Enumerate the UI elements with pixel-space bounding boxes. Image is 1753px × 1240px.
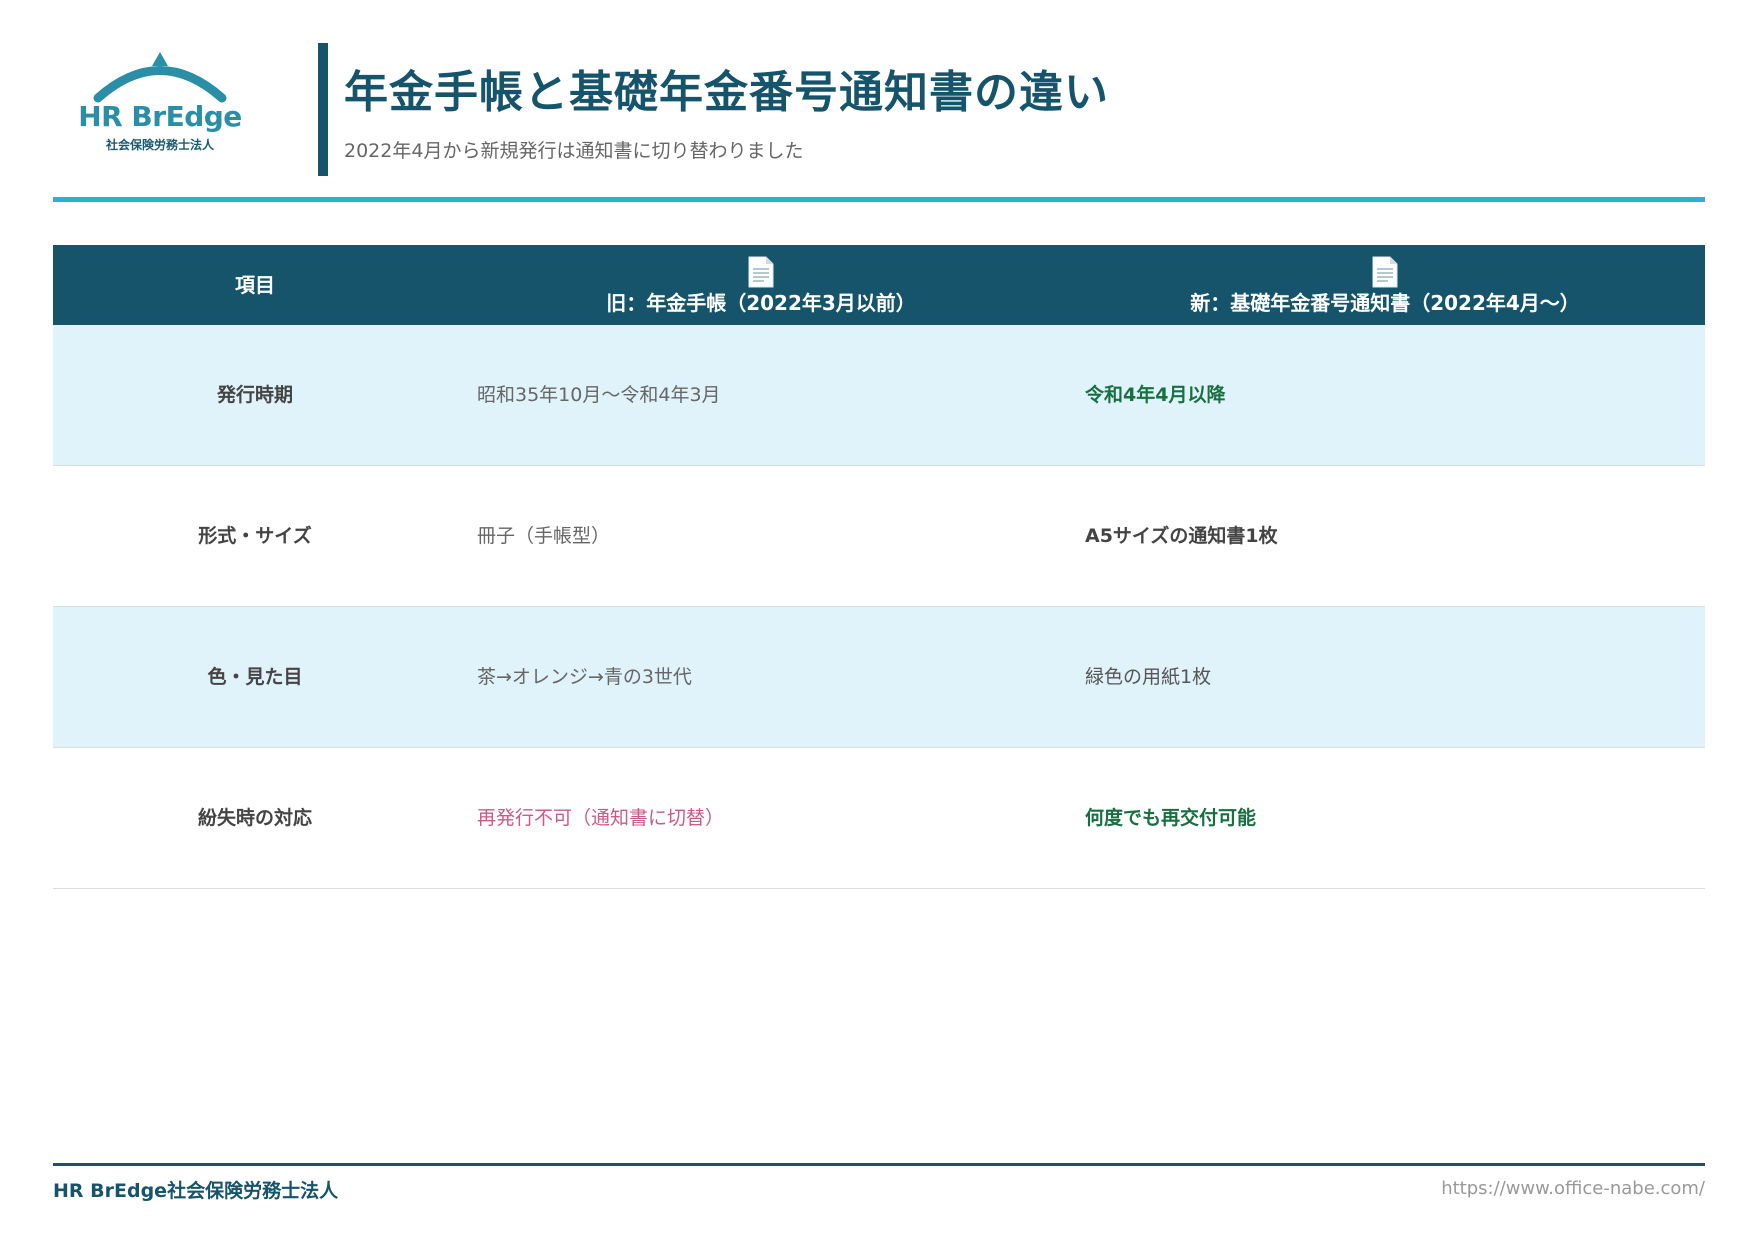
row-item-label: 紛失時の対応: [197, 807, 312, 829]
table-row: 形式・サイズ 冊子（手帳型） A5サイズの通知書1枚: [53, 466, 1705, 607]
footer-divider: [53, 1163, 1705, 1166]
footer-url-link[interactable]: https://www.office-nabe.com/: [1441, 1178, 1705, 1199]
table-header: 項目 旧：年金手帳（2022年3月以前） 新：基礎年金番号通知書（2022年4月…: [53, 245, 1705, 325]
row-old-value: 昭和35年10月～令和4年3月: [477, 384, 721, 406]
title-accent-bar: [318, 43, 328, 176]
header-old-label: 旧：年金手帳（2022年3月以前）: [606, 291, 916, 315]
header-old: 旧：年金手帳（2022年3月以前）: [457, 245, 1065, 325]
row-old-value: 冊子（手帳型）: [477, 525, 611, 547]
header-item: 項目: [53, 245, 457, 325]
document-icon: [1372, 256, 1398, 288]
row-item-label: 発行時期: [216, 384, 293, 406]
row-new-value: A5サイズの通知書1枚: [1085, 525, 1278, 547]
row-item-label: 形式・サイズ: [198, 525, 312, 547]
table-row: 発行時期 昭和35年10月～令和4年3月 令和4年4月以降: [53, 325, 1705, 466]
header-divider: [53, 197, 1705, 202]
row-old-value: 再発行不可（通知書に切替）: [477, 807, 725, 829]
row-new-value: 何度でも再交付可能: [1085, 807, 1257, 829]
logo-arc-icon: [93, 52, 227, 103]
page-subtitle: 2022年4月から新規発行は通知書に切り替わりました: [344, 140, 804, 162]
row-item-label: 色・見た目: [207, 666, 303, 688]
header-new: 新：基礎年金番号通知書（2022年4月～）: [1065, 245, 1705, 325]
table-row: 紛失時の対応 再発行不可（通知書に切替） 何度でも再交付可能: [53, 748, 1705, 889]
row-old-value: 茶→オレンジ→青の3世代: [477, 666, 692, 688]
logo-subtitle: 社会保険労務士法人: [105, 138, 214, 152]
header-new-label: 新：基礎年金番号通知書（2022年4月～）: [1190, 291, 1580, 315]
header-item-label: 項目: [235, 273, 275, 297]
page-title: 年金手帳と基礎年金番号通知書の違い: [344, 67, 1109, 118]
document-icon: [748, 256, 774, 288]
table-row: 色・見た目 茶→オレンジ→青の3世代 緑色の用紙1枚: [53, 607, 1705, 748]
footer-company: HR BrEdge社会保険労務士法人: [53, 1180, 339, 1202]
comparison-table: 項目 旧：年金手帳（2022年3月以前） 新：基礎年金番号通知書（2022年4月…: [53, 245, 1705, 889]
company-logo: HR BrEdge 社会保険労務士法人: [70, 48, 250, 158]
logo-name: HR BrEdge: [78, 100, 242, 133]
row-new-value: 令和4年4月以降: [1085, 384, 1226, 406]
row-new-value: 緑色の用紙1枚: [1085, 666, 1212, 688]
